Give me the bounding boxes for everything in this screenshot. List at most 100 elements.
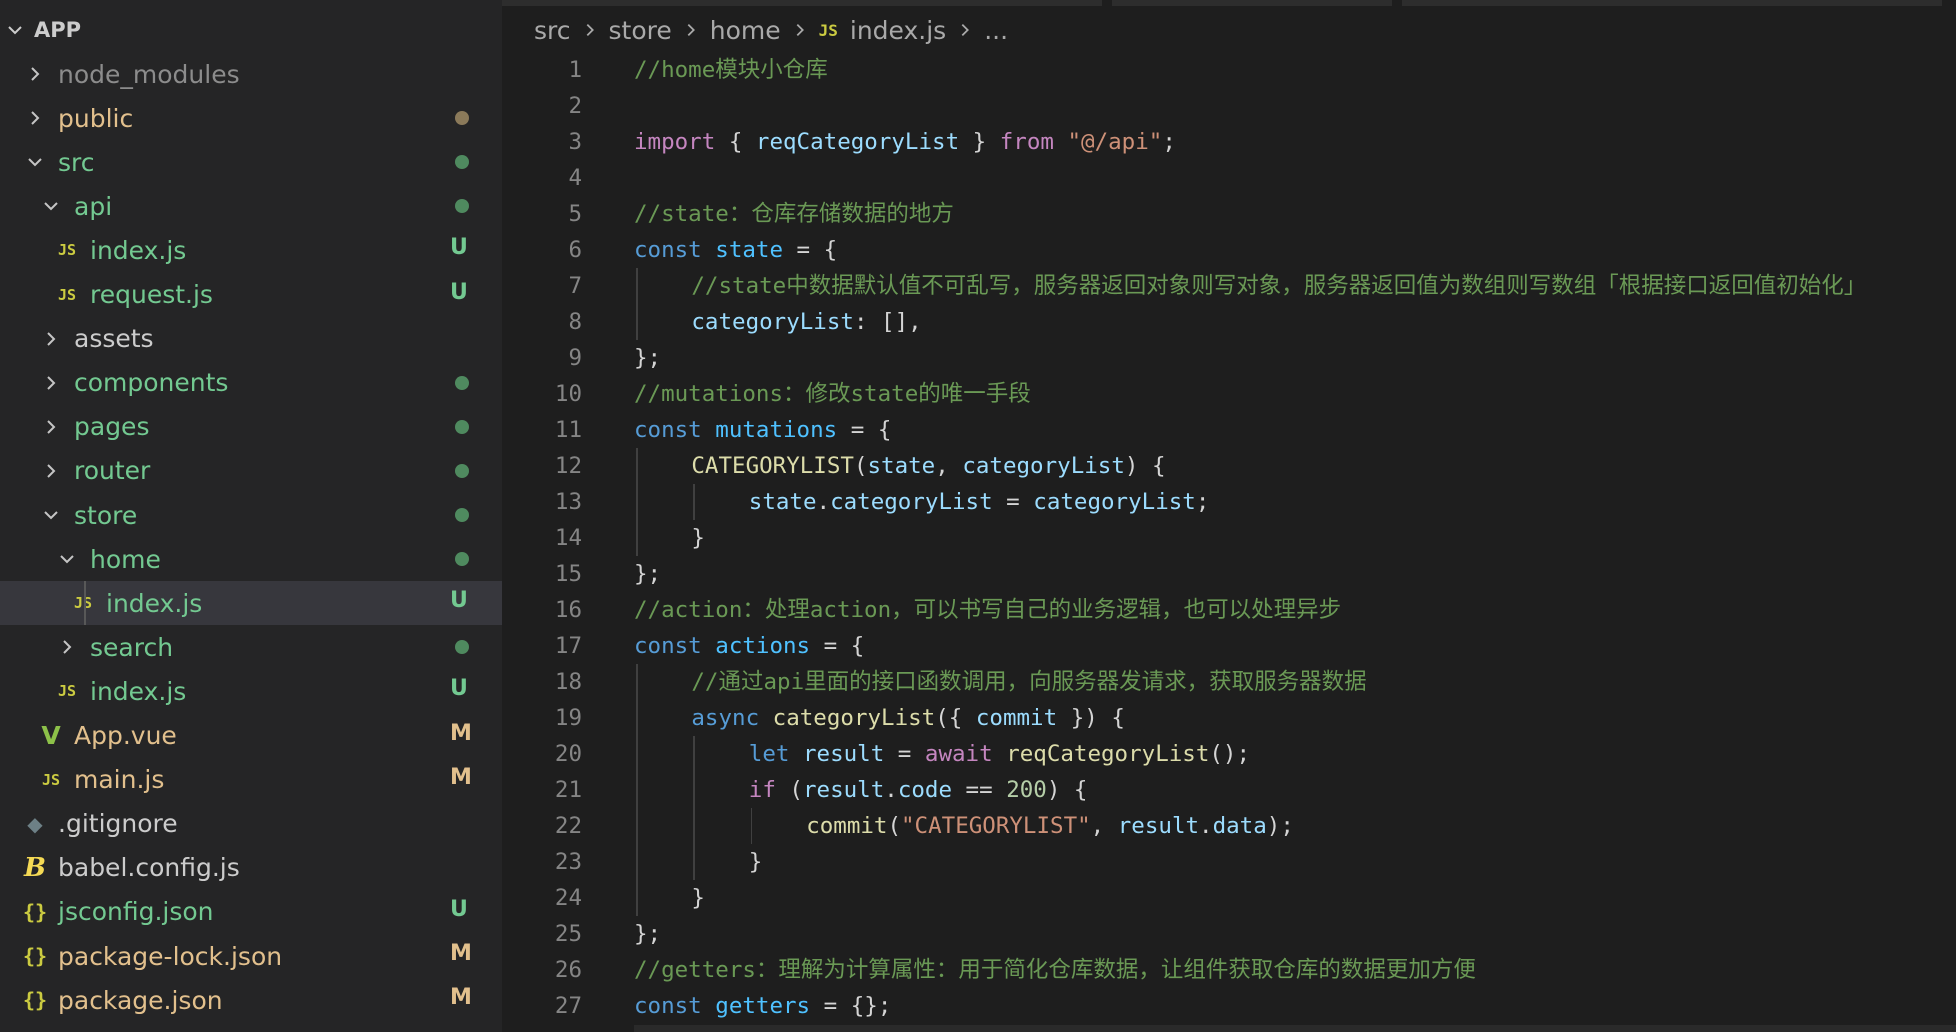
- chevron-right-icon: [40, 372, 62, 394]
- babel-file-icon: B: [24, 852, 46, 883]
- code-text: //state：仓库存储数据的地方: [634, 196, 954, 232]
- line-number: 9: [568, 345, 582, 371]
- breadcrumb-item-src[interactable]: src: [534, 16, 571, 45]
- code-line[interactable]: 16 //action：处理action，可以书写自己的业务逻辑，也可以处理异步: [502, 592, 1956, 628]
- indent-guide: [636, 268, 638, 304]
- tree-file-gitignore[interactable]: ◆ .gitignore: [0, 802, 502, 846]
- code-line[interactable]: 2: [502, 88, 1956, 124]
- code-line[interactable]: 18 //通过api里面的接口函数调用，向服务器发请求，获取服务器数据: [502, 664, 1956, 700]
- tree-folder-router[interactable]: router: [0, 449, 502, 493]
- indent-guide: [636, 304, 638, 340]
- indent-guide: [636, 808, 638, 844]
- line-number: 12: [554, 453, 582, 479]
- code-line[interactable]: 9};: [502, 340, 1956, 376]
- horizontal-scrollbar[interactable]: [634, 1025, 1956, 1032]
- tree-file-package-json[interactable]: {} package.json M: [0, 978, 502, 1022]
- code-text: const state = {: [634, 232, 837, 268]
- chevron-right-icon: [682, 16, 700, 45]
- code-line[interactable]: 3 import { reqCategoryList } from "@/api"…: [502, 124, 1956, 160]
- tree-item-label: router: [74, 456, 151, 486]
- code-line[interactable]: 1 //home模块小仓库: [502, 52, 1956, 88]
- tree-file-index-js[interactable]: JS index.js U: [0, 669, 502, 713]
- code-text: };: [634, 340, 661, 376]
- code-line[interactable]: 5 //state：仓库存储数据的地方: [502, 196, 1956, 232]
- code-line[interactable]: 19 async categoryList({ commit }) {: [502, 700, 1956, 736]
- editor-pane: src store home JS index.js ... 1 //home模块…: [502, 0, 1956, 1032]
- breadcrumb-symbols[interactable]: ...: [984, 16, 1008, 45]
- code-line[interactable]: 17 const actions = {: [502, 628, 1956, 664]
- json-file-icon: {}: [22, 899, 48, 924]
- indent-guide: [750, 808, 753, 844]
- code-token: data: [1212, 813, 1267, 839]
- code-line[interactable]: 14}: [502, 520, 1956, 556]
- code-text: async categoryList({ commit }) {: [691, 700, 1125, 736]
- code-token: }) {: [1057, 705, 1125, 731]
- code-line[interactable]: 24}: [502, 880, 1956, 916]
- code-line[interactable]: 8 categoryList: [],: [502, 304, 1956, 340]
- tree-file-main-js[interactable]: JS main.js M: [0, 758, 502, 802]
- code-token: actions: [715, 633, 811, 659]
- tree-file-jsconfig-json[interactable]: {} jsconfig.json U: [0, 890, 502, 934]
- indent-guide: [636, 520, 638, 556]
- breadcrumb-item-store[interactable]: store: [609, 16, 672, 45]
- tree-folder-search[interactable]: search: [0, 625, 502, 669]
- tree-folder-home[interactable]: home: [0, 537, 502, 581]
- breadcrumb-item-home[interactable]: home: [710, 16, 781, 45]
- breadcrumb-item-file[interactable]: index.js: [850, 16, 946, 45]
- code-token: //action：处理action，可以书写自己的业务逻辑，也可以处理异步: [634, 597, 1342, 623]
- code-token: reqCategoryList: [755, 129, 960, 155]
- tree-file-index-js[interactable]: JS index.js U: [0, 581, 502, 626]
- line-number: 18: [554, 669, 582, 695]
- tree-folder-assets[interactable]: assets: [0, 317, 502, 361]
- tree-folder-node-modules[interactable]: node_modules: [0, 52, 502, 96]
- code-line[interactable]: 26 //getters：理解为计算属性：用于简化仓库数据，让组件获取仓库的数据更…: [502, 952, 1956, 988]
- git-status-badge: M: [450, 941, 472, 966]
- code-token: const: [634, 993, 702, 1019]
- code-line[interactable]: 13 state.categoryList = categoryList;: [502, 484, 1956, 520]
- code-text: commit("CATEGORYLIST", result.data);: [806, 808, 1294, 844]
- tree-folder-public[interactable]: public: [0, 96, 502, 140]
- code-line[interactable]: 27 const getters = {};: [502, 988, 1956, 1024]
- code-line[interactable]: 10 //mutations：修改state的唯一手段: [502, 376, 1956, 412]
- code-token: (: [853, 453, 868, 479]
- code-token: = {};: [810, 993, 892, 1019]
- explorer-root-header[interactable]: APP: [0, 8, 502, 52]
- js-file-icon: JS: [57, 285, 77, 304]
- tree-folder-components[interactable]: components: [0, 361, 502, 405]
- code-token: ) {: [1124, 453, 1166, 479]
- code-line[interactable]: 4: [502, 160, 1956, 196]
- code-token: "@/api": [1067, 129, 1163, 155]
- code-token: categoryList: [962, 453, 1125, 479]
- code-line[interactable]: 23}: [502, 844, 1956, 880]
- code-token: ({: [935, 705, 976, 731]
- code-token: reqCategoryList: [1006, 741, 1210, 767]
- code-line[interactable]: 15};: [502, 556, 1956, 592]
- code-token: const: [634, 633, 702, 659]
- code-line[interactable]: 12 CATEGORYLIST(state, categoryList) {: [502, 448, 1956, 484]
- tree-item-label: src: [58, 147, 95, 177]
- line-number: 22: [554, 813, 582, 839]
- line-number: 6: [568, 237, 582, 263]
- tree-folder-pages[interactable]: pages: [0, 405, 502, 449]
- tree-file-index-js[interactable]: JS index.js U: [0, 228, 502, 272]
- tree-folder-src[interactable]: src: [0, 140, 502, 184]
- code-line[interactable]: 22 commit("CATEGORYLIST", result.data);: [502, 808, 1956, 844]
- code-line[interactable]: 21 if (result.code == 200) {: [502, 772, 1956, 808]
- code-line[interactable]: 6 const state = {: [502, 232, 1956, 268]
- tree-item-label: package-lock.json: [58, 941, 283, 971]
- code-line[interactable]: 7 //state中数据默认值不可乱写，服务器返回对象则写对象，服务器返回值为数组…: [502, 268, 1956, 304]
- tree-folder-store[interactable]: store: [0, 493, 502, 537]
- code-token: commit: [975, 705, 1058, 731]
- tree-item-label: index.js: [106, 588, 203, 618]
- tree-file-app-vue[interactable]: V App.vue M: [0, 714, 502, 758]
- tree-folder-api[interactable]: api: [0, 184, 502, 228]
- tree-file-package-lock-json[interactable]: {} package-lock.json M: [0, 934, 502, 978]
- code-line[interactable]: 11 const mutations = {: [502, 412, 1956, 448]
- tree-file-request-js[interactable]: JS request.js U: [0, 273, 502, 317]
- code-line[interactable]: 20 let result = await reqCategoryList();: [502, 736, 1956, 772]
- code-token: code: [897, 777, 952, 803]
- tree-file-babel-config-js[interactable]: Bbabel.config.js: [0, 846, 502, 890]
- code-line[interactable]: 25};: [502, 916, 1956, 952]
- code-token: mutations: [715, 417, 838, 443]
